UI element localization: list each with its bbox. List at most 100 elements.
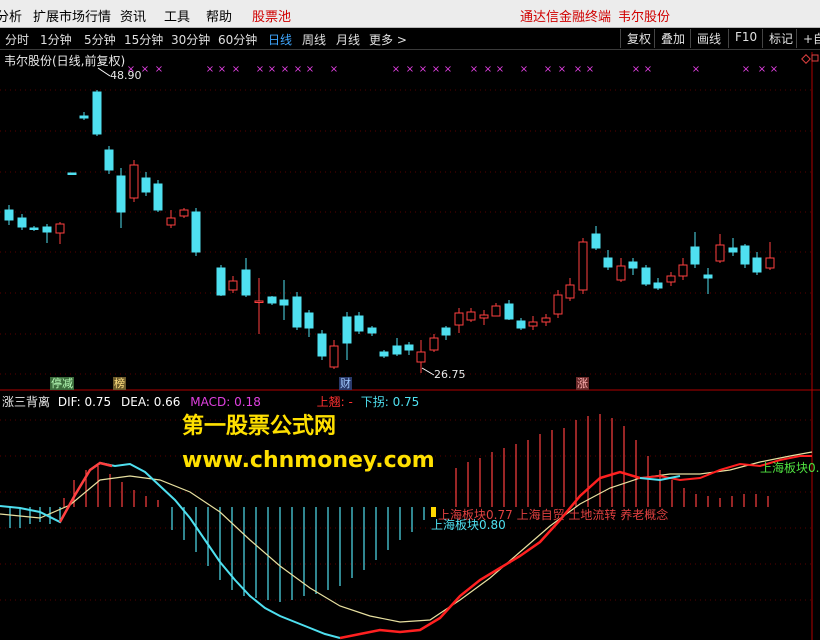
- chart-canvas: × × × × × × × × × × × × × × × × × × × × × × × × × × × × × × ×: [0, 52, 820, 640]
- candle-body: [715, 244, 725, 262]
- indicator-lines: [0, 451, 813, 640]
- candle-body: [17, 217, 27, 228]
- candle-body: [228, 280, 238, 291]
- candle-body: [329, 345, 339, 368]
- corner-diamond-icon: [801, 54, 811, 64]
- marker-x-icon: ×: [496, 64, 504, 75]
- candle-body: [666, 275, 676, 283]
- marker-x-icon: ×: [392, 64, 400, 75]
- candle-body: [379, 351, 389, 357]
- dea-value: 0.66: [153, 395, 181, 409]
- candle-body: [703, 274, 713, 279]
- candle-body: [304, 312, 314, 329]
- candle-body: [466, 311, 476, 321]
- candle-body: [392, 345, 402, 355]
- candle-body: [752, 257, 762, 273]
- candle-body: [367, 327, 377, 334]
- candle-body: [104, 149, 114, 171]
- candle-body: [429, 337, 439, 351]
- candle-body: [153, 183, 163, 211]
- watermark-url: www.chnmoney.com: [182, 448, 435, 473]
- candlestick-series: [4, 90, 775, 373]
- marker-x-icon: ×: [484, 64, 492, 75]
- marker-x-icon: ×: [692, 64, 700, 75]
- candle-body: [653, 282, 663, 289]
- candle-body: [55, 223, 65, 234]
- marker-x-icon: ×: [770, 64, 778, 75]
- marker-x-icon: ×: [470, 64, 478, 75]
- macd-label: MACD:: [190, 395, 231, 409]
- signal-tag[interactable]: 停减: [50, 377, 74, 390]
- marker-x-icon: ×: [644, 64, 652, 75]
- candle-body: [241, 269, 251, 296]
- indicator-name[interactable]: 涨三背离: [2, 395, 50, 409]
- candle-body: [29, 227, 39, 230]
- candle-body: [116, 175, 126, 213]
- candle-body: [342, 316, 352, 344]
- candle-body: [4, 209, 14, 221]
- candle-body: [616, 265, 626, 281]
- candle-body: [628, 261, 638, 269]
- marker-x-icon: ×: [256, 64, 264, 75]
- candle-body: [541, 317, 551, 323]
- signal-tag[interactable]: 榜: [113, 377, 126, 390]
- block-annotation-tags: 上海自贸 土地流转 养老概念: [516, 508, 669, 522]
- dea-line: [0, 451, 813, 623]
- candle-body: [254, 300, 264, 303]
- candle-body: [765, 257, 775, 269]
- marker-x-icon: ×: [206, 64, 214, 75]
- dea-label: DEA:: [121, 395, 150, 409]
- marker-x-icon: ×: [155, 64, 163, 75]
- candle-body: [317, 333, 327, 357]
- signal-tag[interactable]: 涨: [576, 377, 589, 390]
- marker-x-icon: ×: [586, 64, 594, 75]
- high-pointer: [97, 67, 111, 77]
- chart-title: 韦尔股份(日线,前复权): [4, 54, 126, 68]
- marker-x-icon: ×: [574, 64, 582, 75]
- candle-body: [191, 211, 201, 253]
- candle-body: [641, 267, 651, 285]
- marker-x-icon: ×: [268, 64, 276, 75]
- candle-body: [67, 172, 77, 175]
- macd-value: 0.18: [234, 395, 261, 409]
- candle-body: [79, 115, 89, 119]
- candle-body: [179, 209, 189, 217]
- marker-x-icon: ×: [218, 64, 226, 75]
- candle-body: [292, 296, 302, 328]
- down-turn-label: 下拐:: [360, 395, 389, 409]
- candle-body: [591, 233, 601, 249]
- dif-line-falling: [0, 461, 341, 639]
- dif-line-rising: [339, 470, 641, 640]
- candle-body: [528, 321, 538, 327]
- candle-body: [690, 246, 700, 265]
- low-pointer: [421, 367, 435, 376]
- candle-body: [129, 164, 139, 199]
- up-turn-value: -: [348, 395, 353, 409]
- candle-body: [416, 351, 426, 363]
- candle-body: [553, 294, 563, 315]
- marker-x-icon: ×: [232, 64, 240, 75]
- candle-body: [92, 91, 102, 135]
- marker-x-icon: ×: [544, 64, 552, 75]
- high-price-label: 48.90: [110, 69, 142, 82]
- block-annotation-3: 上海板块0.8: [760, 461, 820, 475]
- down-turn-value: 0.75: [392, 395, 420, 409]
- marker-x-icon: ×: [141, 64, 149, 75]
- signal-tag[interactable]: 财: [339, 377, 352, 390]
- candle-body: [678, 264, 688, 277]
- candle-body: [441, 327, 451, 336]
- marker-x-icon: ×: [558, 64, 566, 75]
- top-markers: × × × × × × × × × × × × × × × × × × × × × × × × × × × × × × ×: [127, 64, 778, 75]
- candle-body: [578, 241, 588, 291]
- candle-body: [728, 247, 738, 253]
- marker-x-icon: ×: [406, 64, 414, 75]
- candle-body: [740, 245, 750, 265]
- marker-x-icon: ×: [306, 64, 314, 75]
- low-price-label: 26.75: [434, 368, 466, 381]
- candle-body: [565, 284, 575, 299]
- candle-body: [267, 296, 277, 304]
- candle-body: [491, 305, 501, 317]
- candle-body: [479, 314, 489, 319]
- block-annotation-2: 上海板块0.80: [431, 518, 506, 532]
- marker-x-icon: ×: [330, 64, 338, 75]
